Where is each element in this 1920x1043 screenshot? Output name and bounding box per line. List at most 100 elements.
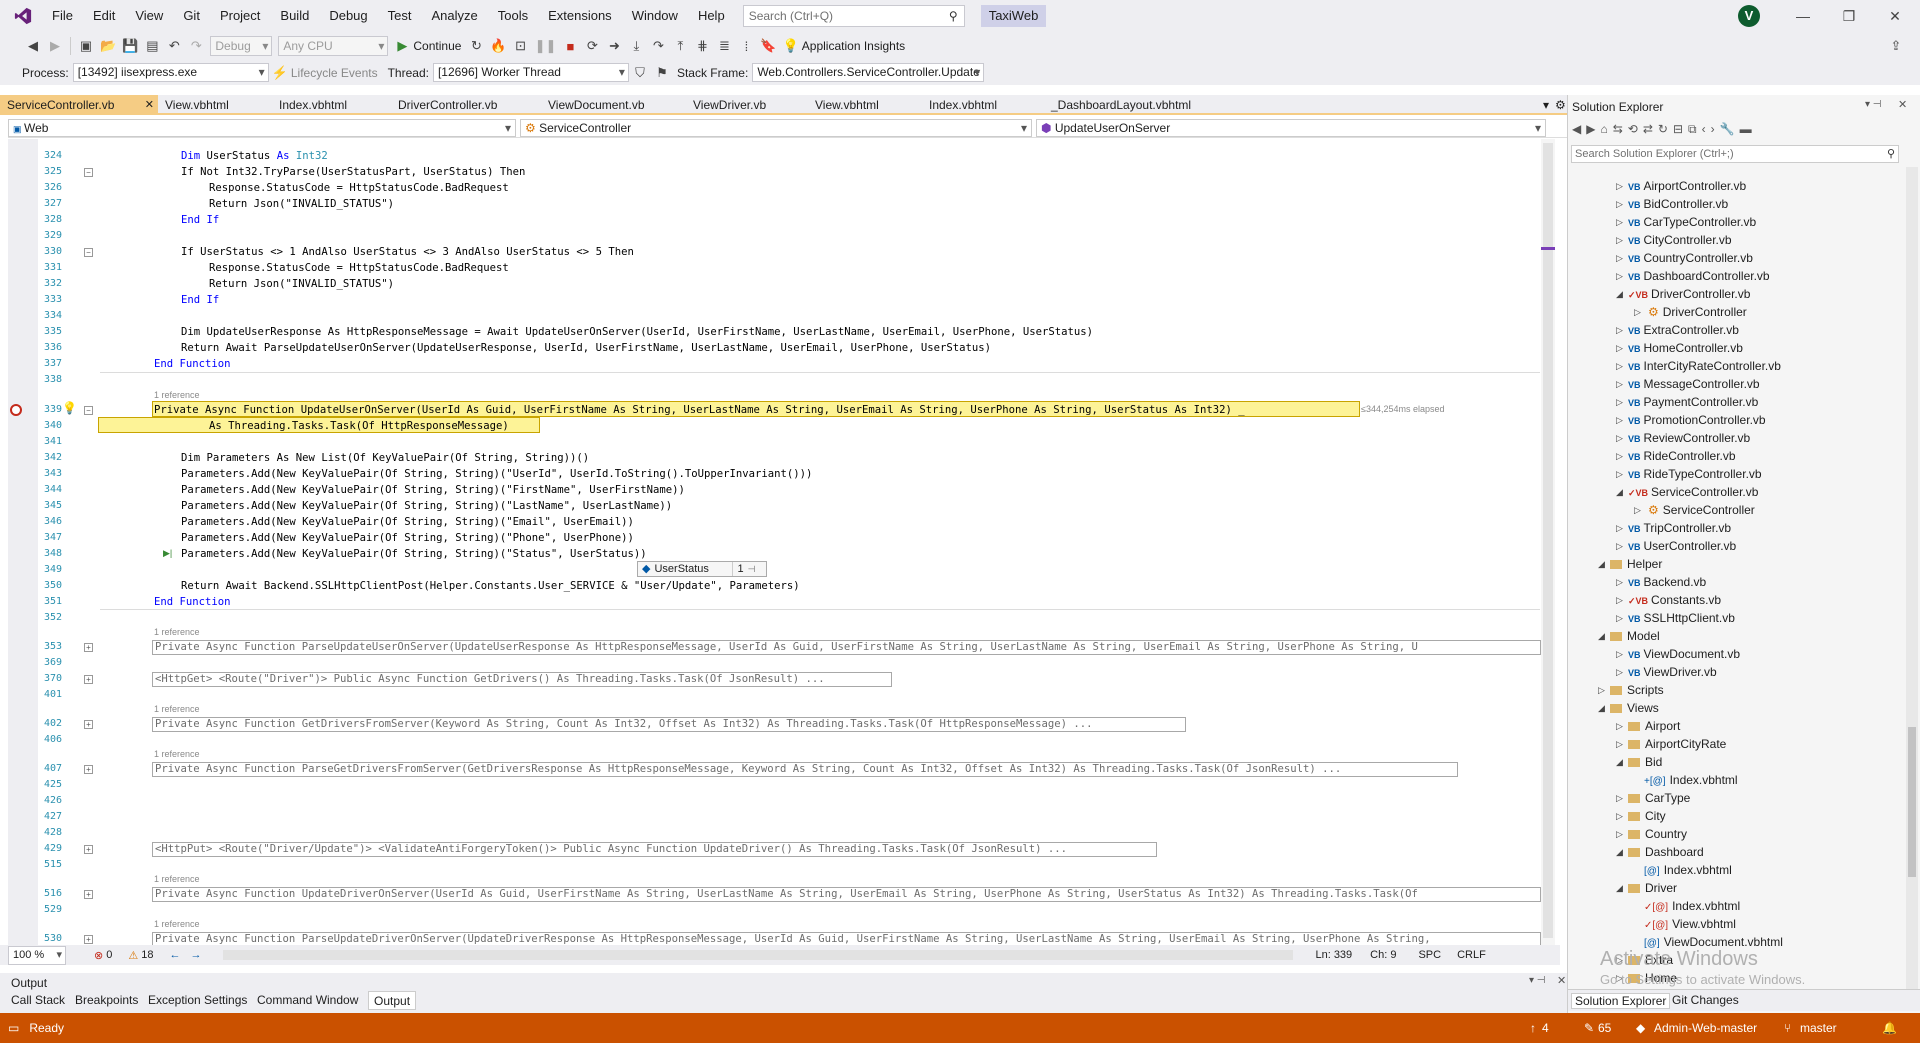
tree-item-file[interactable]: VB ReviewController.vb	[1628, 429, 1750, 448]
expand-icon[interactable]: +	[84, 845, 93, 854]
menu-build[interactable]: Build	[270, 0, 319, 32]
menu-help[interactable]: Help	[688, 0, 735, 32]
menu-project[interactable]: Project	[210, 0, 270, 32]
tab-index-vbhtml[interactable]: Index.vbhtml	[272, 95, 393, 115]
codelens-reference[interactable]: 1 reference	[154, 390, 200, 400]
app-insights-button[interactable]: Application Insights	[802, 39, 905, 53]
collapse-arrow-icon[interactable]: ◢	[1616, 483, 1623, 501]
tree-item-file[interactable]: VB PromotionController.vb	[1628, 411, 1766, 430]
tree-item-folder[interactable]: Bid	[1628, 753, 1662, 771]
error-count[interactable]: 0	[106, 949, 112, 961]
collapse-arrow-icon[interactable]: ◢	[1616, 285, 1623, 303]
tree-item-file[interactable]: VB MessageController.vb	[1628, 375, 1760, 394]
next-issue-icon[interactable]: →	[190, 949, 201, 961]
tree-item-file[interactable]: VB TripController.vb	[1628, 519, 1731, 538]
collapse-arrow-icon[interactable]: ◢	[1616, 753, 1623, 771]
expand-icon[interactable]: +	[84, 765, 93, 774]
tree-item-file[interactable]: VB InterCityRateController.vb	[1628, 357, 1781, 376]
expand-arrow-icon[interactable]: ▷	[1616, 321, 1623, 339]
expand-arrow-icon[interactable]: ▷	[1616, 807, 1623, 825]
tree-item-folder[interactable]: Scripts	[1610, 681, 1664, 699]
branch-name[interactable]: master	[1800, 1021, 1837, 1035]
home-icon[interactable]: ⌂	[1600, 122, 1612, 136]
tree-item-file[interactable]: VB CountryController.vb	[1628, 249, 1753, 268]
expand-arrow-icon[interactable]: ▷	[1616, 393, 1623, 411]
tree-item-class[interactable]: ⚙ DriverController	[1648, 303, 1747, 321]
tab-exception-settings[interactable]: Exception Settings	[143, 991, 252, 1010]
platform-select[interactable]: Any CPU	[278, 36, 389, 56]
tab-index-vbhtml-2[interactable]: Index.vbhtml	[922, 95, 1046, 115]
menu-tools[interactable]: Tools	[488, 0, 538, 32]
datatip-value[interactable]: 1	[732, 562, 747, 576]
expand-icon[interactable]: +	[84, 935, 93, 944]
stop-icon[interactable]: ■	[559, 35, 581, 57]
avatar[interactable]: V	[1738, 5, 1760, 27]
tree-item-file[interactable]: VB BidController.vb	[1628, 195, 1728, 214]
bookmark-icon[interactable]: 🔖	[757, 35, 779, 57]
warning-count[interactable]: 18	[141, 949, 153, 961]
forward-icon[interactable]: ▶	[44, 35, 66, 57]
diagnostics-icon[interactable]: ⊡	[510, 35, 532, 57]
stackframe-select[interactable]: Web.Controllers.ServiceController.Update	[752, 63, 985, 82]
expand-icon[interactable]: +	[84, 643, 93, 652]
tree-item-file[interactable]: ✓VB ServiceController.vb	[1628, 483, 1758, 502]
error-icon[interactable]: ⊗	[94, 949, 103, 962]
open-icon[interactable]: 📂	[97, 35, 119, 57]
close-tab-icon[interactable]: ✕	[145, 95, 154, 115]
tree-item-file[interactable]: ✓VB DriverController.vb	[1628, 285, 1750, 304]
menu-extensions[interactable]: Extensions	[538, 0, 622, 32]
expand-icon[interactable]: +	[84, 720, 93, 729]
tree-item-file[interactable]: VB HomeController.vb	[1628, 339, 1743, 358]
expand-arrow-icon[interactable]: ▷	[1616, 411, 1623, 429]
tree-item-file[interactable]: VB RideTypeController.vb	[1628, 465, 1762, 484]
collapsed-region[interactable]: Private Async Function UpdateDriverOnSer…	[152, 887, 1541, 902]
expand-arrow-icon[interactable]: ▷	[1616, 375, 1623, 393]
zoom-select[interactable]: 100 %	[8, 945, 66, 965]
menu-test[interactable]: Test	[378, 0, 422, 32]
repo-name[interactable]: Admin-Web-master	[1654, 1021, 1757, 1035]
tab-view-vbhtml-2[interactable]: View.vbhtml	[808, 95, 923, 115]
step-out-icon[interactable]: ⤒	[669, 35, 691, 57]
menu-view[interactable]: View	[125, 0, 173, 32]
menu-file[interactable]: File	[42, 0, 83, 32]
expand-arrow-icon[interactable]: ▷	[1598, 681, 1605, 699]
class-combo[interactable]: ⚙ ServiceController	[520, 119, 1032, 137]
codelens-reference[interactable]: 1 reference	[154, 704, 200, 714]
horizontal-scrollbar[interactable]	[223, 950, 1294, 960]
tree-item-file[interactable]: +[@] Index.vbhtml	[1644, 771, 1738, 791]
close-icon[interactable]: ✕	[1872, 0, 1918, 32]
restore-icon[interactable]: ❐	[1826, 0, 1872, 32]
codelens-reference[interactable]: 1 reference	[154, 749, 200, 759]
back-icon[interactable]: ◀	[1572, 122, 1586, 136]
breakpoint-margin[interactable]	[8, 139, 38, 945]
switch-views-icon[interactable]: ⇆	[1613, 122, 1628, 136]
repo-icon[interactable]: ◆	[1636, 1021, 1645, 1035]
expand-arrow-icon[interactable]: ▷	[1616, 465, 1623, 483]
tree-item-folder[interactable]: CarType	[1628, 789, 1690, 807]
hot-reload-icon[interactable]: 🔥	[487, 35, 509, 57]
tree-item-file[interactable]: ✓VB Constants.vb	[1628, 591, 1721, 610]
tree-item-file[interactable]: ✓[@] View.vbhtml	[1644, 915, 1736, 935]
collapse-arrow-icon[interactable]: ◢	[1616, 843, 1623, 861]
panel-options-icon[interactable]: ▾ ⊣	[1865, 99, 1882, 110]
refresh-icon[interactable]: ↻	[1658, 122, 1673, 136]
tree-item-folder[interactable]: Model	[1610, 627, 1660, 645]
tree-item-file[interactable]: VB CarTypeController.vb	[1628, 213, 1756, 232]
process-select[interactable]: [13492] iisexpress.exe	[72, 63, 269, 82]
forward-icon[interactable]: ▶	[1586, 122, 1600, 136]
codelens-reference[interactable]: 1 reference	[154, 919, 200, 929]
tab-viewdocument[interactable]: ViewDocument.vb	[541, 95, 684, 115]
menu-edit[interactable]: Edit	[83, 0, 125, 32]
undo-icon[interactable]: ↶	[163, 35, 185, 57]
expand-arrow-icon[interactable]: ▷	[1616, 609, 1623, 627]
tree-item-file[interactable]: VB CityController.vb	[1628, 231, 1732, 250]
tree-item-file[interactable]: VB Backend.vb	[1628, 573, 1706, 592]
tree-item-folder[interactable]: Country	[1628, 825, 1687, 843]
breakpoint-icon[interactable]	[10, 404, 22, 416]
back-icon[interactable]: ◀	[22, 35, 44, 57]
expand-arrow-icon[interactable]: ▷	[1616, 357, 1623, 375]
tree-item-file[interactable]: VB ViewDriver.vb	[1628, 663, 1717, 682]
tab-call-stack[interactable]: Call Stack	[6, 991, 70, 1010]
panel-close-icon[interactable]: ✕	[1898, 98, 1907, 111]
preview-icon[interactable]: ▬	[1740, 122, 1757, 136]
